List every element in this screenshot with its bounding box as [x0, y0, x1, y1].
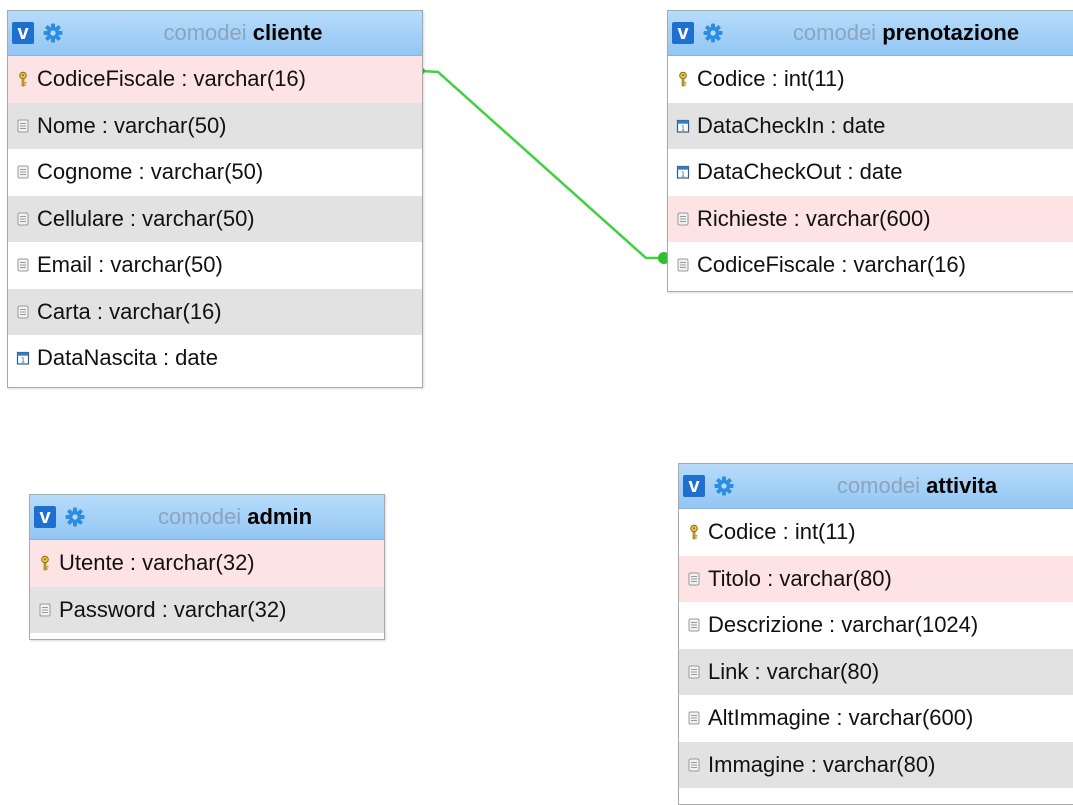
column-icon: [687, 571, 701, 587]
table-header[interactable]: v comodei admin: [30, 495, 384, 540]
column-row[interactable]: Codice : int(11): [668, 56, 1073, 103]
column-label: DataCheckOut : date: [697, 159, 903, 184]
column-icon: [687, 757, 701, 773]
database-name: comodei: [157, 504, 242, 529]
column-row[interactable]: Email : varchar(50): [8, 242, 422, 289]
gear-icon[interactable]: [713, 475, 735, 497]
table-title: comodei prenotazione: [730, 11, 1073, 55]
svg-text:1: 1: [681, 171, 685, 179]
table-title: comodei admin: [92, 495, 378, 539]
column-icon: [38, 602, 52, 618]
gear-icon[interactable]: [702, 22, 724, 44]
table-header[interactable]: v comodei attivita: [679, 464, 1073, 509]
column-row[interactable]: Carta : varchar(16): [8, 288, 422, 335]
column-label: Nome : varchar(50): [37, 112, 227, 138]
date-icon: 1: [676, 164, 690, 180]
date-icon: 1: [676, 118, 690, 134]
column-icon: [16, 211, 30, 227]
column-row[interactable]: Richieste : varchar(600): [668, 195, 1073, 242]
table-attivita[interactable]: v comodei attivita Codice : int(11) Titol…: [678, 463, 1073, 805]
column-list: Codice : int(11) Titolo : varchar(80) Desc…: [679, 509, 1073, 788]
toggle-v-icon[interactable]: v: [34, 506, 56, 528]
column-row[interactable]: Utente : varchar(32): [30, 540, 384, 587]
column-list: Utente : varchar(32) Password : varchar(3…: [30, 540, 384, 633]
table-name: prenotazione: [882, 20, 1020, 45]
column-row[interactable]: 1 DataNascita : date: [8, 335, 422, 382]
column-label: Password : varchar(32): [59, 596, 287, 622]
table-name: attivita: [926, 473, 998, 498]
column-label: CodiceFiscale : varchar(16): [697, 252, 966, 277]
svg-text:1: 1: [21, 357, 25, 365]
column-row[interactable]: Nome : varchar(50): [8, 102, 422, 149]
column-label: Titolo : varchar(80): [708, 565, 892, 591]
column-icon: [687, 617, 701, 633]
toggle-v-icon[interactable]: v: [683, 475, 705, 497]
column-label: Cognome : varchar(50): [37, 159, 264, 184]
column-label: Carta : varchar(16): [37, 298, 222, 324]
column-icon: [676, 211, 690, 227]
column-label: CodiceFiscale : varchar(16): [37, 66, 306, 91]
column-label: DataCheckIn : date: [697, 112, 886, 138]
table-header[interactable]: v comodei cliente: [8, 11, 422, 56]
table-name: admin: [247, 504, 313, 529]
table-cliente[interactable]: v comodei cliente CodiceFiscale : varcha…: [7, 10, 423, 388]
column-label: Utente : varchar(32): [59, 550, 255, 575]
column-label: Richieste : varchar(600): [697, 205, 931, 231]
column-row[interactable]: Titolo : varchar(80): [679, 555, 1073, 602]
column-row[interactable]: Immagine : varchar(80): [679, 741, 1073, 788]
key-icon: [16, 71, 30, 87]
column-label: Link : varchar(80): [708, 658, 880, 684]
column-label: Immagine : varchar(80): [708, 751, 936, 777]
column-row[interactable]: Cellulare : varchar(50): [8, 195, 422, 242]
column-icon: [16, 257, 30, 273]
database-name: comodei: [792, 20, 877, 45]
column-row[interactable]: Password : varchar(32): [30, 586, 384, 633]
column-list: Codice : int(11) 1 DataCheckIn : date 1 Data…: [668, 56, 1073, 289]
column-icon: [16, 118, 30, 134]
column-icon: [687, 664, 701, 680]
column-row[interactable]: Cognome : varchar(50): [8, 149, 422, 196]
column-row[interactable]: Codice : int(11): [679, 509, 1073, 556]
column-label: Cellulare : varchar(50): [37, 205, 255, 231]
column-row[interactable]: AltImmagine : varchar(600): [679, 695, 1073, 742]
column-icon: [16, 164, 30, 180]
database-name: comodei: [836, 473, 921, 498]
table-name: cliente: [252, 20, 323, 45]
database-name: comodei: [163, 20, 247, 45]
column-row[interactable]: 1 DataCheckIn : date: [668, 102, 1073, 149]
column-row[interactable]: Link : varchar(80): [679, 648, 1073, 695]
key-icon: [687, 524, 701, 540]
column-list: CodiceFiscale : varchar(16) Nome : varcha…: [8, 56, 422, 382]
column-label: Email : varchar(50): [37, 252, 223, 277]
column-label: DataNascita : date: [37, 345, 218, 370]
column-row[interactable]: CodiceFiscale : varchar(16): [668, 242, 1073, 289]
table-header[interactable]: v comodei prenotazione: [668, 11, 1073, 56]
column-icon: [16, 304, 30, 320]
toggle-v-icon[interactable]: v: [672, 22, 694, 44]
column-label: Codice : int(11): [697, 66, 845, 91]
column-row[interactable]: Descrizione : varchar(1024): [679, 602, 1073, 649]
gear-icon[interactable]: [64, 506, 86, 528]
table-title: comodei attivita: [741, 464, 1073, 508]
column-icon: [687, 710, 701, 726]
date-icon: 1: [16, 350, 30, 366]
key-icon: [676, 71, 690, 87]
svg-text:1: 1: [681, 124, 685, 132]
column-label: AltImmagine : varchar(600): [708, 705, 974, 730]
column-row[interactable]: CodiceFiscale : varchar(16): [8, 56, 422, 103]
table-prenotazione[interactable]: v comodei prenotazione Codice : int(11) 1…: [667, 10, 1073, 292]
table-admin[interactable]: v comodei admin Utente : varchar(32) Pass…: [29, 494, 385, 640]
table-title: comodei cliente: [70, 11, 416, 55]
gear-icon[interactable]: [42, 22, 64, 44]
column-label: Codice : int(11): [708, 519, 856, 544]
column-row[interactable]: 1 DataCheckOut : date: [668, 149, 1073, 196]
column-label: Descrizione : varchar(1024): [708, 612, 979, 637]
column-icon: [676, 257, 690, 273]
key-icon: [38, 555, 52, 571]
toggle-v-icon[interactable]: v: [12, 22, 34, 44]
